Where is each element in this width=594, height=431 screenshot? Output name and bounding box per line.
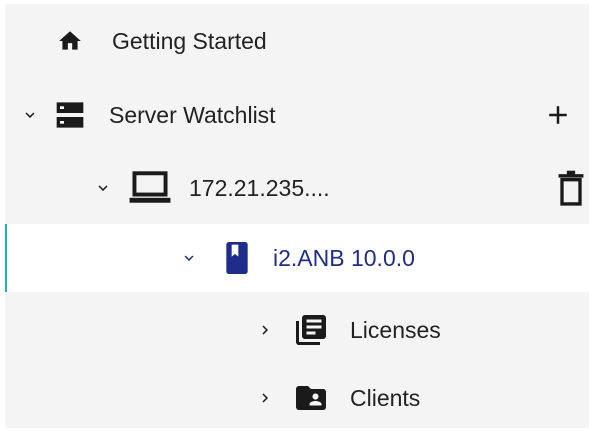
home-icon [57, 28, 83, 54]
server-tree: Getting Started Server Watchlist 172.21.… [0, 0, 594, 431]
tree-item-label: 172.21.235.... [189, 174, 330, 201]
tree-item-server-watchlist[interactable]: Server Watchlist [5, 78, 589, 152]
tree-item-label: Clients [350, 384, 421, 411]
tree-item-licenses[interactable]: Licenses [5, 292, 589, 368]
tree-item-label: Getting Started [112, 27, 267, 54]
tree-item-clients[interactable]: Clients [5, 368, 589, 428]
chevron-down-icon[interactable] [21, 106, 39, 124]
tree-item-server[interactable]: 172.21.235.... [5, 152, 589, 224]
chevron-right-icon[interactable] [256, 389, 274, 407]
licenses-icon [293, 312, 329, 348]
tree-item-getting-started[interactable]: Getting Started [5, 4, 589, 78]
trash-icon[interactable] [557, 170, 585, 206]
laptop-icon [128, 170, 172, 206]
plus-icon[interactable] [543, 100, 573, 130]
tree-item-anb[interactable]: i2.ANB 10.0.0 [5, 224, 589, 292]
chevron-down-icon[interactable] [94, 179, 112, 197]
tree-item-label: i2.ANB 10.0.0 [273, 244, 415, 271]
tree-item-label: Server Watchlist [109, 101, 276, 128]
server-icon [54, 99, 86, 131]
chevron-right-icon[interactable] [256, 321, 274, 339]
clients-folder-icon [293, 380, 329, 416]
chevron-down-icon[interactable] [180, 249, 198, 267]
tree-item-label: Licenses [350, 316, 441, 343]
book-icon [226, 242, 248, 274]
